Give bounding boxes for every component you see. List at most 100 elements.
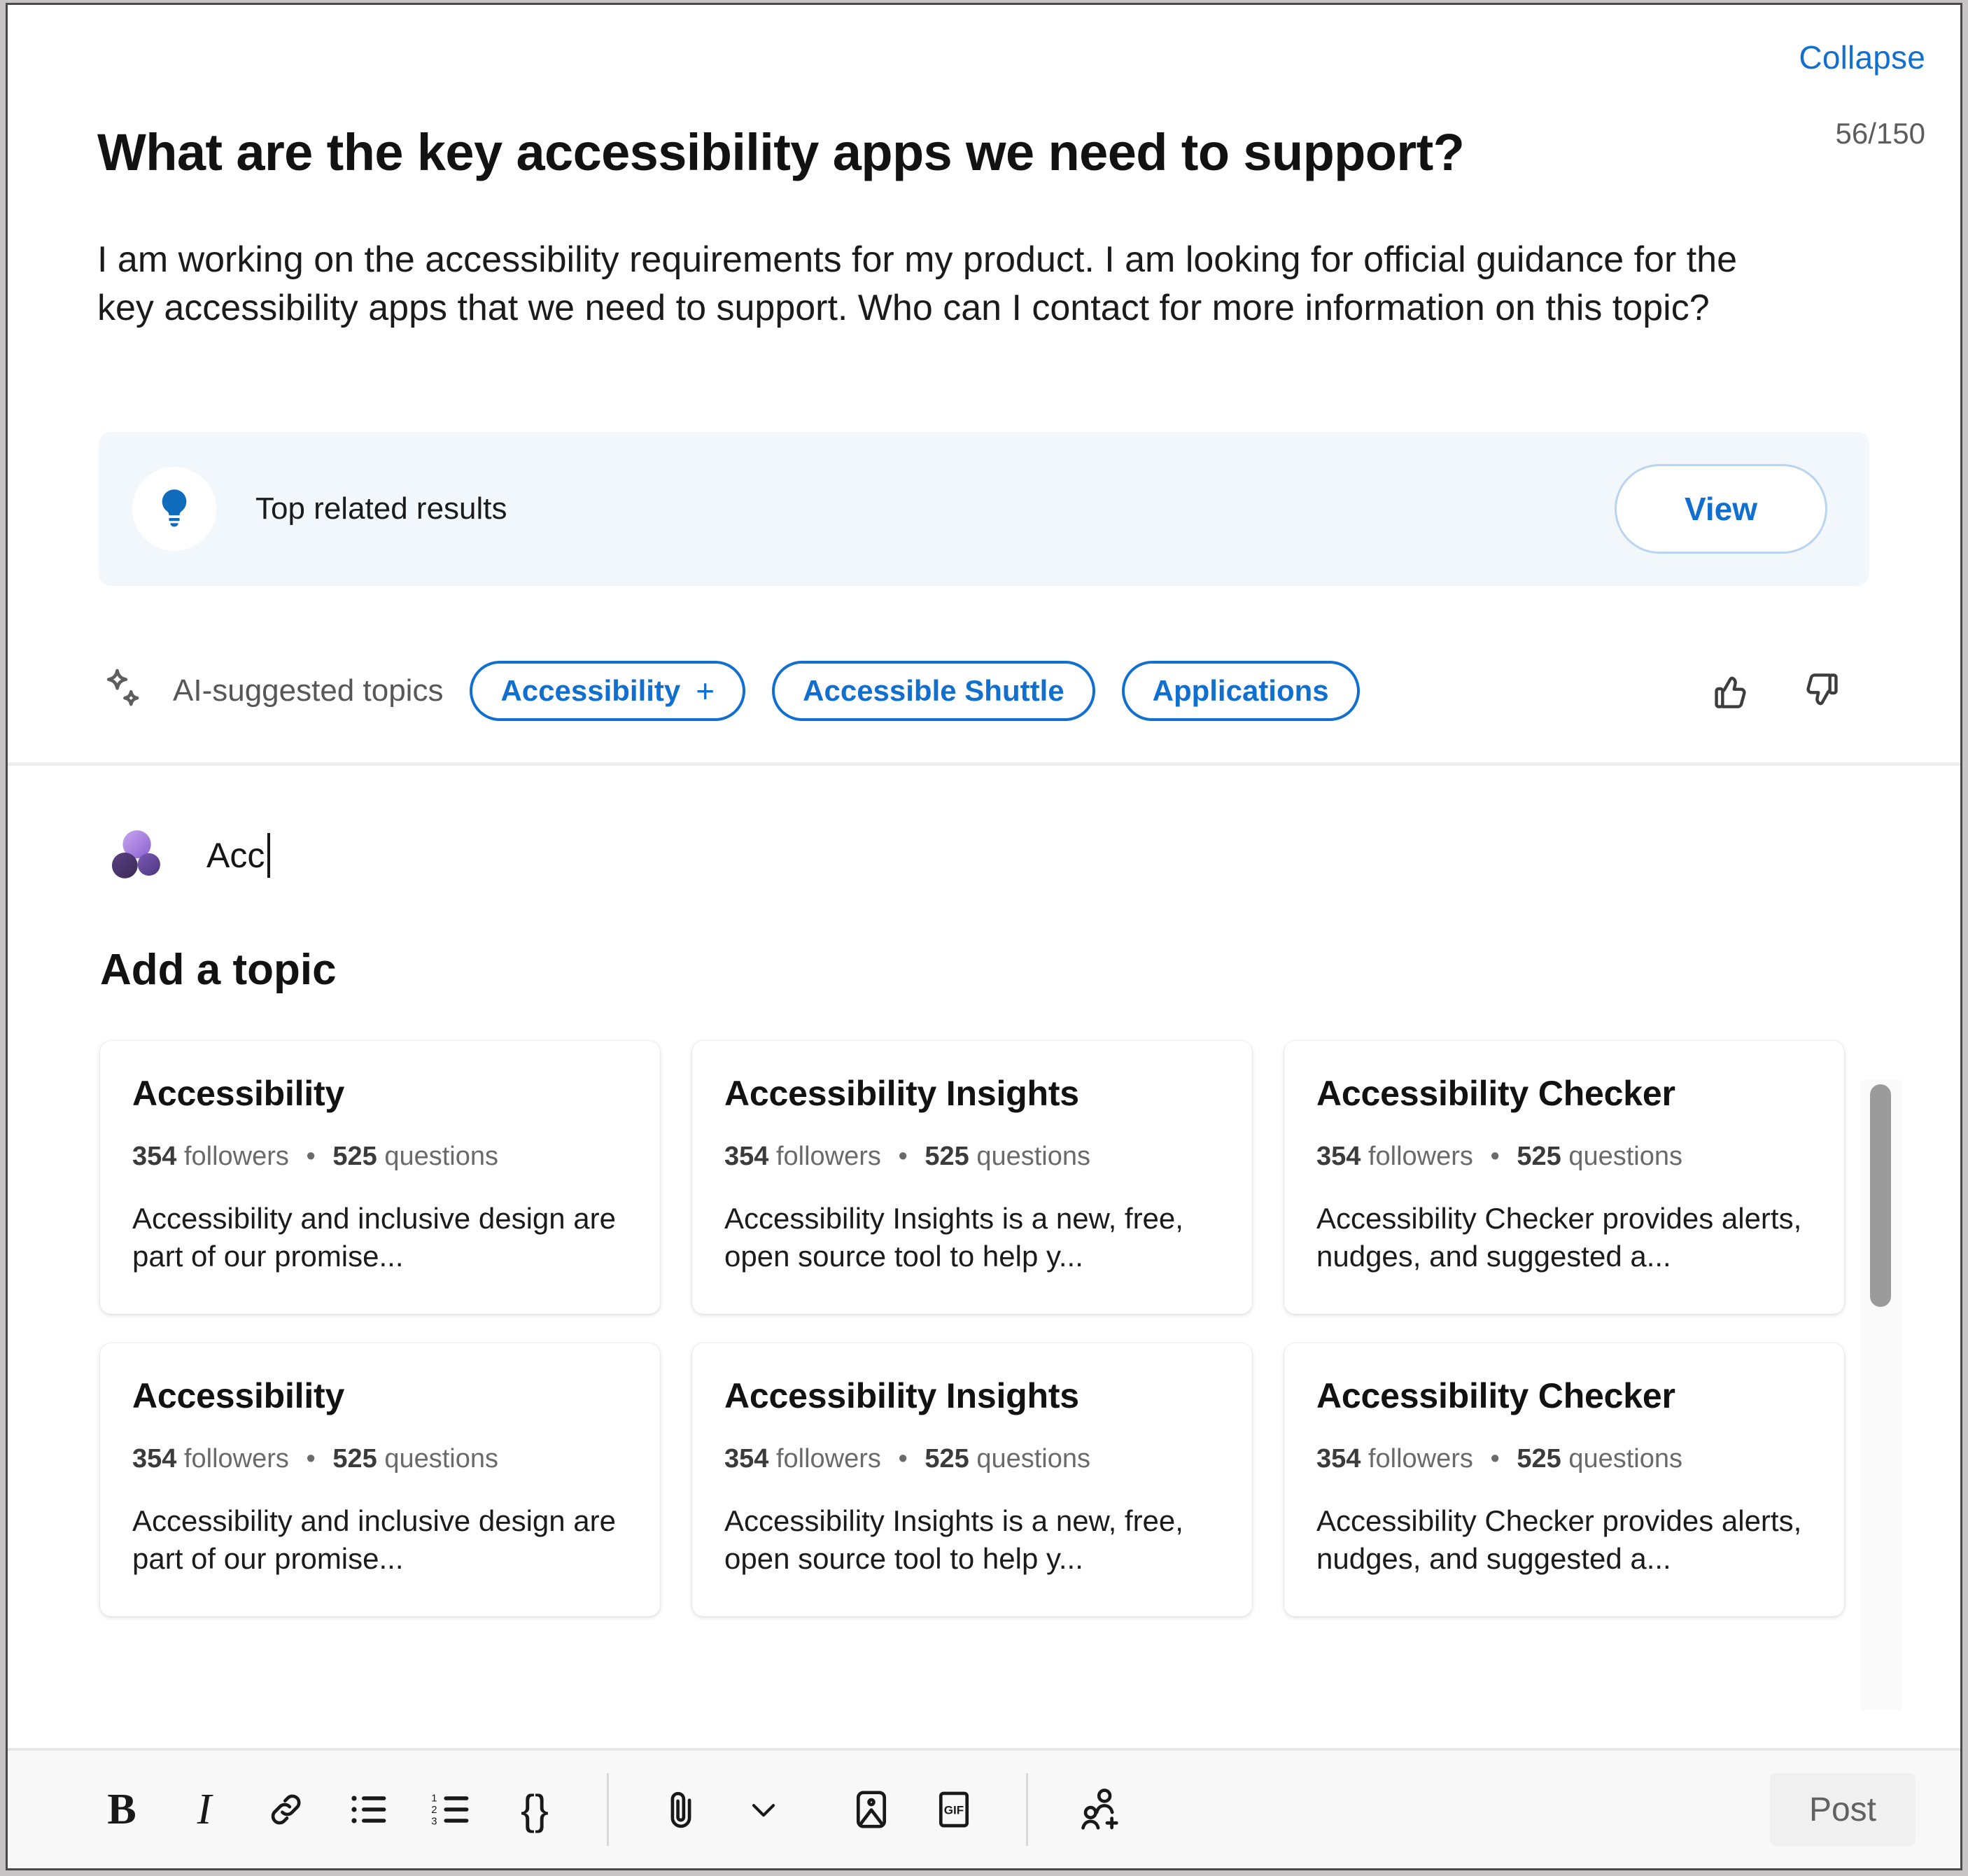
add-people-icon[interactable]: [1059, 1768, 1141, 1851]
topic-card-description: Accessibility Insights is a new, free, o…: [724, 1504, 1183, 1575]
svg-text:3: 3: [431, 1816, 437, 1827]
followers-label: followers: [183, 1142, 289, 1172]
topic-card-title: Accessibility Insights: [724, 1074, 1079, 1114]
topic-card-description: Accessibility Checker provides alerts, n…: [1316, 1504, 1802, 1575]
topic-cards-viewport: Accessibility 354 followers • 525 questi…: [8, 1041, 1960, 1741]
topic-card-title: Accessibility Checker: [1316, 1074, 1675, 1114]
topic-cards-grid: Accessibility 354 followers • 525 questi…: [100, 1041, 1844, 1617]
followers-count: 354: [724, 1444, 769, 1474]
question-title[interactable]: What are the key accessibility apps we n…: [97, 122, 1602, 183]
toolbar-divider-2: [1026, 1773, 1028, 1846]
topic-card-meta: 354 followers • 525 questions: [1316, 1142, 1812, 1172]
questions-label: questions: [384, 1444, 498, 1474]
meta-separator: •: [1490, 1142, 1500, 1172]
ai-suggested-topics-label: AI-suggested topics: [173, 673, 444, 708]
followers-count: 354: [1316, 1142, 1361, 1172]
view-related-results-button[interactable]: View: [1615, 464, 1827, 554]
followers-count: 354: [132, 1142, 177, 1172]
topic-card[interactable]: Accessibility 354 followers • 525 questi…: [100, 1041, 660, 1315]
text-caret: [267, 833, 271, 878]
meta-separator: •: [898, 1444, 908, 1474]
image-icon[interactable]: [830, 1768, 913, 1851]
topic-card-title: Accessibility Insights: [724, 1376, 1079, 1416]
topic-card[interactable]: Accessibility Checker 354 followers • 52…: [1284, 1041, 1844, 1315]
topic-card-title: Accessibility Checker: [1316, 1376, 1675, 1416]
lightbulb-icon: [132, 467, 216, 552]
questions-count: 525: [925, 1142, 969, 1172]
topic-search-value: Acc: [206, 836, 265, 876]
meta-separator: •: [1490, 1444, 1500, 1474]
topic-card[interactable]: Accessibility Insights 354 followers • 5…: [692, 1041, 1252, 1315]
followers-label: followers: [775, 1142, 881, 1172]
question-body[interactable]: I am working on the accessibility requir…: [97, 236, 1791, 332]
thumbs-up-icon[interactable]: [1708, 668, 1755, 714]
followers-label: followers: [183, 1444, 289, 1474]
topic-card[interactable]: Accessibility 354 followers • 525 questi…: [100, 1343, 660, 1617]
code-icon[interactable]: {}: [493, 1768, 576, 1851]
followers-label: followers: [775, 1444, 881, 1474]
topic-card-description: Accessibility and inclusive design are p…: [132, 1202, 617, 1273]
compose-top-section: Collapse 56/150 What are the key accessi…: [8, 5, 1960, 766]
italic-icon[interactable]: I: [163, 1768, 246, 1851]
topic-card-meta: 354 followers • 525 questions: [132, 1444, 628, 1474]
svg-text:1: 1: [431, 1793, 437, 1804]
topic-chip-applications[interactable]: Applications: [1121, 661, 1360, 722]
questions-count: 525: [1517, 1142, 1561, 1172]
followers-label: followers: [1368, 1142, 1473, 1172]
reaction-icon-group: [1708, 668, 1844, 714]
followers-count: 354: [132, 1444, 177, 1474]
bulleted-list-icon[interactable]: [328, 1768, 411, 1851]
numbered-list-icon[interactable]: 1 2 3: [411, 1768, 493, 1851]
followers-label: followers: [1368, 1444, 1473, 1474]
svg-text:2: 2: [431, 1805, 437, 1816]
topic-card-description: Accessibility and inclusive design are p…: [132, 1504, 617, 1575]
topic-card[interactable]: Accessibility Insights 354 followers • 5…: [692, 1343, 1252, 1617]
topic-list-scrollbar[interactable]: [1861, 1080, 1902, 1711]
bold-icon[interactable]: B: [80, 1768, 163, 1851]
top-related-results-banner: Top related results View: [99, 432, 1869, 587]
meta-separator: •: [306, 1142, 316, 1172]
questions-count: 525: [332, 1444, 377, 1474]
topic-chip-label: Accessibility: [500, 674, 681, 708]
add-topic-heading: Add a topic: [100, 946, 337, 995]
questions-label: questions: [384, 1142, 498, 1172]
attach-icon[interactable]: [640, 1768, 722, 1851]
gif-icon[interactable]: GIF: [913, 1768, 995, 1851]
topic-chip-accessible-shuttle[interactable]: Accessible Shuttle: [772, 661, 1095, 722]
topic-card-description: Accessibility Insights is a new, free, o…: [724, 1202, 1183, 1273]
ai-suggested-topics-row: AI-suggested topics Accessibility + Acce…: [99, 650, 1869, 762]
topic-card[interactable]: Accessibility Checker 354 followers • 52…: [1284, 1343, 1844, 1617]
toolbar-divider-1: [607, 1773, 609, 1846]
topic-chip-accessibility[interactable]: Accessibility +: [470, 661, 746, 722]
topic-picker-panel: Acc Add a topic Accessibility 354 follow…: [8, 766, 1960, 1748]
topic-card-title: Accessibility: [132, 1074, 345, 1114]
editor-toolbar: B I 1 2 3 {} GIF Post: [8, 1748, 1960, 1868]
topic-chip-label: Applications: [1152, 674, 1329, 708]
followers-count: 354: [724, 1142, 769, 1172]
scrollbar-thumb[interactable]: [1870, 1084, 1891, 1308]
questions-label: questions: [976, 1142, 1090, 1172]
followers-count: 354: [1316, 1444, 1361, 1474]
collapse-link[interactable]: Collapse: [1799, 38, 1925, 76]
svg-text:GIF: GIF: [944, 1804, 964, 1817]
topic-card-meta: 354 followers • 525 questions: [724, 1142, 1220, 1172]
questions-count: 525: [925, 1444, 969, 1474]
questions-count: 525: [1517, 1444, 1561, 1474]
topic-card-meta: 354 followers • 525 questions: [1316, 1444, 1812, 1474]
link-icon[interactable]: [246, 1768, 328, 1851]
meta-separator: •: [898, 1142, 908, 1172]
add-topic-plus-icon[interactable]: +: [696, 672, 715, 710]
topic-chip-label: Accessible Shuttle: [803, 674, 1064, 708]
viva-topics-icon: [106, 823, 170, 888]
banner-label: Top related results: [255, 491, 507, 526]
chevron-down-icon[interactable]: [722, 1768, 805, 1851]
topic-card-meta: 354 followers • 525 questions: [724, 1444, 1220, 1474]
topic-card-meta: 354 followers • 525 questions: [132, 1142, 628, 1172]
questions-label: questions: [976, 1444, 1090, 1474]
topic-search-input[interactable]: Acc: [206, 833, 271, 878]
topic-search-row[interactable]: Acc: [106, 823, 1960, 888]
post-button[interactable]: Post: [1770, 1773, 1916, 1846]
question-composer-window: Collapse 56/150 What are the key accessi…: [6, 3, 1962, 1870]
thumbs-down-icon[interactable]: [1798, 668, 1844, 714]
meta-separator: •: [306, 1444, 316, 1474]
